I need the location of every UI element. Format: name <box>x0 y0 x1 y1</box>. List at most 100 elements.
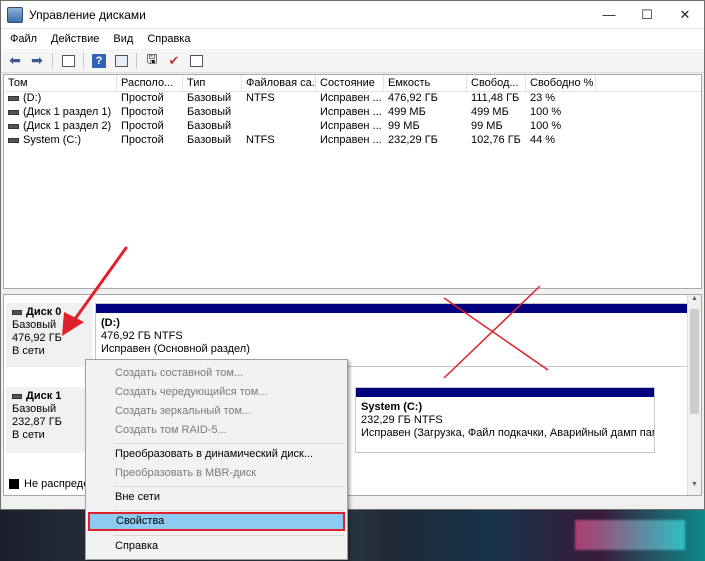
scroll-up-icon[interactable]: ▲ <box>688 295 701 309</box>
volume-icon <box>8 95 19 101</box>
minimize-button[interactable]: — <box>590 1 628 29</box>
menu-bar: Файл Действие Вид Справка <box>1 29 704 49</box>
volume-name: (Диск 1 раздел 1) <box>23 106 112 118</box>
console-tree-icon[interactable] <box>58 52 78 70</box>
volume-icon <box>8 137 19 143</box>
layout-cell: Простой <box>121 120 164 132</box>
toolbar-separator <box>136 52 137 69</box>
scroll-thumb[interactable] <box>690 309 699 414</box>
col-header-type[interactable]: Тип <box>183 75 242 91</box>
volume-cell: (Диск 1 раздел 2) <box>4 120 117 134</box>
col-header-capacity[interactable]: Емкость <box>384 75 467 91</box>
table-row[interactable]: (Диск 1 раздел 1) Простой Базовый Исправ… <box>4 106 701 120</box>
disk-pane-scrollbar[interactable]: ▲ ▼ <box>687 295 701 495</box>
disk-0-title: Диск 0 <box>26 306 62 318</box>
col-header-volume[interactable]: Том <box>4 75 117 91</box>
col-header-free-percent[interactable]: Свободно % <box>526 75 596 91</box>
disk-list-icon[interactable] <box>186 52 206 70</box>
partition-fs: 476,92 ГБ NTFS <box>101 330 183 342</box>
free-space-cell: 499 МБ <box>471 106 509 118</box>
disk-management-app-icon <box>7 6 23 23</box>
volume-name: (D:) <box>23 92 42 104</box>
menu-item-create-striped[interactable]: Создать чередующийся том... <box>86 383 347 402</box>
disk-0-name: Диск 0 <box>12 306 86 319</box>
partition-c[interactable]: System (C:) 232,29 ГБ NTFS Исправен (Заг… <box>355 387 655 453</box>
disk-0-label[interactable]: Диск 0 Базовый 476,92 ГБ В сети <box>6 303 92 367</box>
menu-item-create-mirrored[interactable]: Создать зеркальный том... <box>86 402 347 421</box>
disk-icon <box>12 310 22 315</box>
table-row[interactable]: (Диск 1 раздел 2) Простой Базовый Исправ… <box>4 120 701 134</box>
free-space-cell: 102,76 ГБ <box>471 134 521 146</box>
volume-name: System (C:) <box>23 134 82 146</box>
table-row[interactable]: (D:) Простой Базовый NTFS Исправен ... 4… <box>4 92 701 106</box>
connect-disk-icon[interactable]: 🖫 <box>142 51 162 70</box>
partition-name: System (C:) <box>361 401 423 413</box>
status-cell: Исправен ... <box>320 134 382 146</box>
menu-separator <box>114 443 344 444</box>
status-cell: Исправен ... <box>320 92 382 104</box>
forward-arrow-icon[interactable]: ➡ <box>27 52 47 70</box>
help-icon[interactable]: ? <box>89 52 109 70</box>
capacity-cell: 232,29 ГБ <box>388 134 438 146</box>
disk-0-size: 476,92 ГБ <box>12 332 62 344</box>
layout-cell: Простой <box>121 106 164 118</box>
menu-item-offline[interactable]: Вне сети <box>86 488 347 507</box>
legend: Не распредел <box>3 476 95 492</box>
partition-d[interactable]: (D:) 476,92 ГБ NTFS Исправен (Основной р… <box>95 303 689 367</box>
disk-1-type: Базовый <box>12 403 57 415</box>
back-arrow-icon[interactable]: ⬅ <box>5 52 25 70</box>
toolbar-separator <box>83 52 84 69</box>
menu-item-properties[interactable]: Свойства <box>88 512 345 531</box>
menu-separator <box>114 486 344 487</box>
disk-0-type: Базовый <box>12 319 57 331</box>
menu-action[interactable]: Действие <box>44 33 106 45</box>
disk-1-label[interactable]: Диск 1 Базовый 232,87 ГБ В сети <box>6 387 92 453</box>
free-space-cell: 99 МБ <box>471 120 503 132</box>
partition-c-info: System (C:) 232,29 ГБ NTFS Исправен (Заг… <box>356 397 654 440</box>
menu-file[interactable]: Файл <box>3 33 44 45</box>
toolbar: ⬅ ➡ ? 🖫 ✔ <box>1 49 704 73</box>
partition-name: (D:) <box>101 317 120 329</box>
scroll-down-icon[interactable]: ▼ <box>688 481 701 495</box>
col-header-filesystem[interactable]: Файловая са... <box>242 75 316 91</box>
filesystem-cell: NTFS <box>246 134 275 146</box>
menu-item-convert-dynamic[interactable]: Преобразовать в динамический диск... <box>86 445 347 464</box>
status-cell: Исправен ... <box>320 120 382 132</box>
partition-bar <box>356 388 654 397</box>
type-cell: Базовый <box>187 106 232 118</box>
checklist-icon[interactable]: ✔ <box>164 52 184 70</box>
disk-1-title: Диск 1 <box>26 390 62 402</box>
properties-icon[interactable] <box>111 52 131 70</box>
window-title: Управление дисками <box>29 7 146 22</box>
table-row[interactable]: System (C:) Простой Базовый NTFS Исправе… <box>4 134 701 148</box>
volume-icon <box>8 109 19 115</box>
desktop-glow <box>575 520 685 550</box>
partition-fs: 232,29 ГБ NTFS <box>361 414 443 426</box>
volume-name: (Диск 1 раздел 2) <box>23 120 112 132</box>
col-header-status[interactable]: Состояние <box>316 75 384 91</box>
volume-cell: (D:) <box>4 92 117 106</box>
volume-cell: (Диск 1 раздел 1) <box>4 106 117 120</box>
menu-item-help[interactable]: Справка <box>86 537 347 556</box>
maximize-button[interactable]: ☐ <box>628 1 666 29</box>
volume-list-header: Том Располо... Тип Файловая са... Состоя… <box>4 75 701 92</box>
type-cell: Базовый <box>187 134 232 146</box>
free-percent-cell: 100 % <box>530 106 562 118</box>
capacity-cell: 99 МБ <box>388 120 420 132</box>
menu-item-convert-mbr[interactable]: Преобразовать в MBR-диск <box>86 464 347 483</box>
close-button[interactable]: ✕ <box>666 1 704 29</box>
capacity-cell: 476,92 ГБ <box>388 92 438 104</box>
layout-cell: Простой <box>121 92 164 104</box>
volume-cell: System (C:) <box>4 134 117 148</box>
menu-view[interactable]: Вид <box>106 33 140 45</box>
menu-item-create-spanned[interactable]: Создать составной том... <box>86 364 347 383</box>
col-header-free-space[interactable]: Свобод... <box>467 75 526 91</box>
col-header-layout[interactable]: Располо... <box>117 75 183 91</box>
partition-bar <box>96 304 688 313</box>
menu-item-create-raid5[interactable]: Создать том RAID-5... <box>86 421 347 440</box>
filesystem-cell <box>242 106 316 120</box>
context-menu: Создать составной том... Создать чередую… <box>85 359 348 560</box>
menu-help[interactable]: Справка <box>140 33 197 45</box>
unallocated-swatch <box>9 479 19 489</box>
layout-cell: Простой <box>121 134 164 146</box>
